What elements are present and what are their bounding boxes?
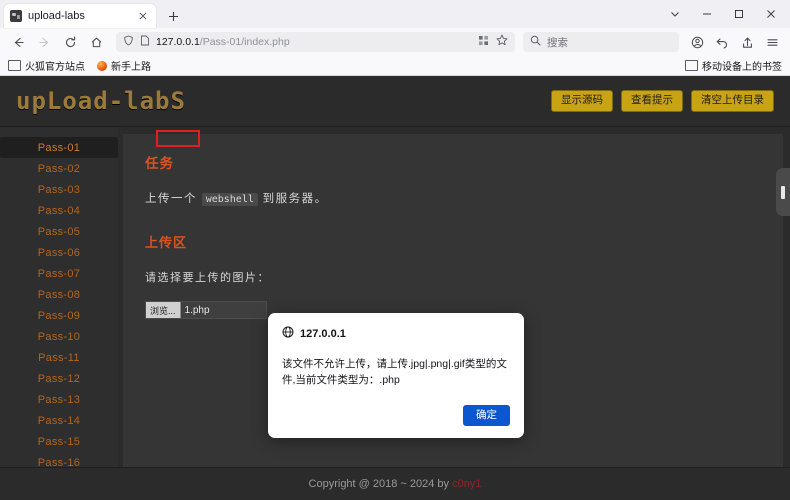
toolbar-actions xyxy=(685,31,784,53)
minimize-icon[interactable] xyxy=(692,1,722,27)
firefox-dot-icon xyxy=(97,60,107,71)
new-tab-button[interactable] xyxy=(162,5,184,27)
bookmark-item[interactable]: 新手上路 xyxy=(97,58,151,73)
bookmarks-bar: 火狐官方站点 新手上路 移动设备上的书签 xyxy=(0,56,790,76)
alert-dialog: 127.0.0.1 该文件不允许上传，请上传.jpg|.png|.gif类型的文… xyxy=(268,313,524,439)
shield-icon[interactable] xyxy=(123,33,134,51)
folder-icon xyxy=(8,60,21,71)
account-icon[interactable] xyxy=(685,31,709,53)
url-bar[interactable]: 127.0.0.1/Pass-01/index.php xyxy=(116,32,515,52)
mobile-bookmarks-icon xyxy=(685,60,698,71)
globe-icon xyxy=(282,325,294,343)
chevron-down-icon[interactable] xyxy=(660,1,690,27)
share-icon[interactable] xyxy=(735,31,759,53)
dialog-message: 该文件不允许上传，请上传.jpg|.png|.gif类型的文件,当前文件类型为：… xyxy=(282,358,507,387)
extensions-icon[interactable] xyxy=(478,33,489,51)
hamburger-menu-icon[interactable] xyxy=(760,31,784,53)
window-controls xyxy=(660,1,786,27)
close-icon[interactable] xyxy=(136,9,150,23)
tab-upload-labs[interactable]: upload-labs xyxy=(4,4,156,28)
site-favicon xyxy=(10,10,22,22)
tab-strip: upload-labs xyxy=(0,0,790,28)
bookmark-item[interactable]: 火狐官方站点 xyxy=(8,58,85,73)
search-input[interactable]: 搜索 xyxy=(547,35,568,50)
star-icon[interactable] xyxy=(496,33,508,51)
tab-title: upload-labs xyxy=(28,10,85,22)
back-history-icon[interactable] xyxy=(710,31,734,53)
dialog-actions: 确定 xyxy=(282,404,510,427)
url-text: 127.0.0.1/Pass-01/index.php xyxy=(156,36,290,48)
page-viewport: upLoad-labS 显示源码 查看提示 清空上传目录 Pass-01 Pas… xyxy=(0,76,790,500)
url-host: 127.0.0.1 xyxy=(156,36,200,48)
maximize-icon[interactable] xyxy=(724,1,754,27)
dialog-ok-button[interactable]: 确定 xyxy=(463,404,510,427)
bookmark-label: 火狐官方站点 xyxy=(25,62,85,73)
bookmark-label: 新手上路 xyxy=(111,62,151,73)
browser-window: upload-labs 127.0.0.1/Pass-01/index.php … xyxy=(0,0,790,500)
mobile-bookmarks-item[interactable]: 移动设备上的书签 xyxy=(685,58,782,73)
window-close-icon[interactable] xyxy=(756,1,786,27)
search-bar[interactable]: 搜索 xyxy=(523,32,679,52)
back-arrow-icon[interactable] xyxy=(6,31,30,53)
home-icon[interactable] xyxy=(84,31,108,53)
dialog-header: 127.0.0.1 xyxy=(282,325,510,343)
page-icon[interactable] xyxy=(140,33,150,51)
url-bar-actions xyxy=(478,33,508,51)
search-icon xyxy=(530,33,541,51)
dialog-origin: 127.0.0.1 xyxy=(300,328,346,340)
navigation-toolbar: 127.0.0.1/Pass-01/index.php 搜索 xyxy=(0,28,790,56)
reload-icon[interactable] xyxy=(58,31,82,53)
mobile-bookmarks-label: 移动设备上的书签 xyxy=(702,62,782,73)
forward-arrow-icon[interactable] xyxy=(32,31,56,53)
url-path: /Pass-01/index.php xyxy=(199,36,290,48)
